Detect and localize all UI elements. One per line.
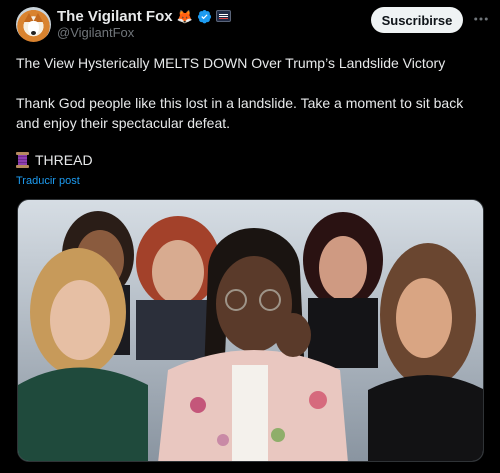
post-photo[interactable]: [17, 199, 484, 462]
fox-avatar-icon[interactable]: [16, 7, 51, 42]
verified-badge-icon[interactable]: [197, 9, 212, 24]
subscribe-button[interactable]: Suscribirse: [371, 7, 463, 33]
spool-of-thread-icon: [16, 152, 29, 168]
author-display-name[interactable]: The Vigilant Fox: [57, 8, 173, 25]
tv-panel-photo: [18, 200, 483, 461]
translate-post-link[interactable]: Traducir post: [16, 175, 80, 187]
fox-emoji-icon: 🦊: [176, 8, 193, 24]
post-card: The Vigilant Fox 🦊 @VigilantFox Suscribi…: [0, 0, 500, 473]
more-options-icon[interactable]: [471, 9, 491, 29]
thread-label: THREAD: [35, 152, 93, 168]
flag-badge-icon[interactable]: [215, 10, 231, 22]
post-text-line2: Thank God people like this lost in a lan…: [16, 95, 464, 131]
person-back-right: [303, 212, 383, 368]
thread-label-row: THREAD: [16, 152, 93, 168]
author-name-row: The Vigilant Fox 🦊: [57, 7, 231, 25]
post-text-line1: The View Hysterically MELTS DOWN Over Tr…: [16, 55, 446, 71]
author-handle[interactable]: @VigilantFox: [57, 25, 134, 40]
